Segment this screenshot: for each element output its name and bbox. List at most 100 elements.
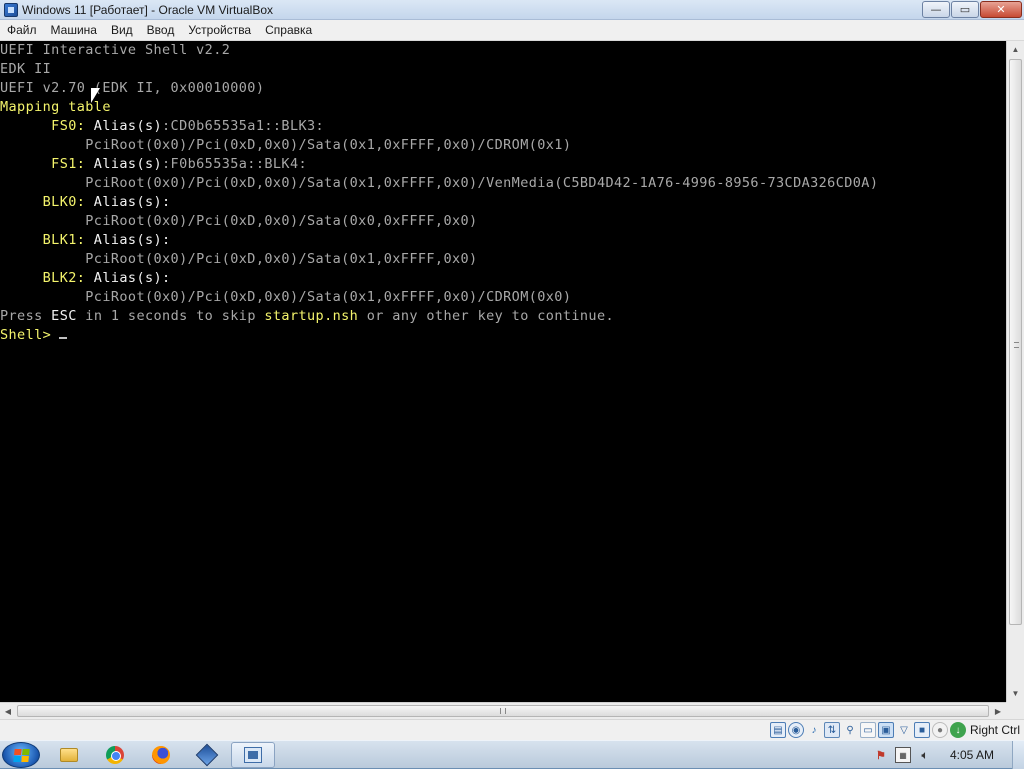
- menu-help[interactable]: Справка: [260, 21, 317, 39]
- network-icon[interactable]: ⇅: [823, 722, 840, 738]
- host-key-label: Right Ctrl: [969, 723, 1020, 737]
- mapping-device-fs1: FS1:: [0, 156, 86, 172]
- console-line: PciRoot(0x0)/Pci(0xD,0x0)/Sata(0x1,0xFFF…: [0, 288, 1006, 307]
- mapping-device-blk0: BLK0:: [0, 194, 86, 210]
- startup-text: Press: [0, 308, 52, 324]
- alias-label: Alias(s): [85, 156, 163, 172]
- startup-text: in 1 seconds to skip: [76, 308, 265, 324]
- taskbar: ⚑ ▦ 🔈︎ 4:05 AM: [0, 740, 1024, 769]
- shell-banner: UEFI Interactive Shell v2.2: [0, 42, 231, 58]
- console-line: PciRoot(0x0)/Pci(0xD,0x0)/Sata(0x0,0xFFF…: [0, 212, 1006, 231]
- mapping-device-blk1: BLK1:: [0, 232, 86, 248]
- windows-explorer-icon: [60, 748, 78, 762]
- vm-status-bar: ▤ ◉ ♪ ⇅ ⚲ ▭ ▣ ▽ ■ ● ↓ Right Ctrl: [0, 719, 1024, 740]
- menu-devices[interactable]: Устройства: [183, 21, 256, 39]
- window-title: Windows 11 [Работает] - Oracle VM Virtua…: [22, 2, 273, 17]
- usb-icon[interactable]: ⚲: [842, 722, 858, 738]
- taskbar-virtualbox[interactable]: [185, 742, 229, 768]
- scroll-up-arrow-icon[interactable]: ▲: [1007, 41, 1024, 58]
- vertical-scroll-thumb[interactable]: [1009, 59, 1022, 625]
- startup-prompt: Press ESC in 1 seconds to skip startup.n…: [0, 307, 1006, 326]
- virtualbox-window-icon[interactable]: [4, 2, 18, 17]
- window-controls: — ▭ ✕: [922, 1, 1022, 18]
- uefi-version: UEFI v2.70 (EDK II, 0x00010000): [0, 80, 265, 96]
- shell-prompt: Shell>: [0, 327, 52, 343]
- grip-icon: [500, 708, 506, 714]
- menu-machine[interactable]: Машина: [46, 21, 102, 39]
- alias-label: Alias(s): [85, 118, 163, 134]
- taskbar-explorer[interactable]: [47, 742, 91, 768]
- console-line: BLK1: Alias(s):: [0, 231, 1006, 250]
- esc-key-label: ESC: [51, 308, 77, 324]
- vm-window-icon: [244, 747, 262, 763]
- alias-value: :F0b65535a::BLK4:: [162, 156, 308, 172]
- action-center-flag-icon[interactable]: ⚑: [873, 747, 889, 763]
- startup-text: or any other key to continue.: [358, 308, 615, 324]
- hard-disk-icon[interactable]: ▤: [769, 722, 786, 738]
- scroll-right-arrow-icon[interactable]: ▶: [990, 703, 1006, 719]
- alias-value: :CD0b65535a1::BLK3:: [162, 118, 325, 134]
- text-cursor: [59, 337, 68, 339]
- maximize-button[interactable]: ▭: [951, 1, 979, 18]
- windows-logo-icon: [12, 748, 30, 762]
- console-line: PciRoot(0x0)/Pci(0xD,0x0)/Sata(0x1,0xFFF…: [0, 174, 1006, 193]
- system-tray: ⚑ ▦ 🔈︎ 4:05 AM: [870, 741, 1024, 769]
- close-button[interactable]: ✕: [980, 1, 1022, 18]
- video-capture-icon[interactable]: ▽: [896, 722, 912, 738]
- scroll-down-arrow-icon[interactable]: ▼: [1007, 685, 1024, 702]
- menu-file[interactable]: Файл: [2, 21, 42, 39]
- alias-label: Alias(s):: [85, 232, 171, 248]
- device-path: PciRoot(0x0)/Pci(0xD,0x0)/Sata(0x1,0xFFF…: [0, 289, 572, 305]
- console-line: FS0: Alias(s):CD0b65535a1::BLK3:: [0, 117, 1006, 136]
- shell-prompt-line[interactable]: Shell>: [0, 326, 1006, 345]
- alias-label: Alias(s):: [85, 194, 171, 210]
- chrome-icon: [106, 746, 124, 764]
- device-path: PciRoot(0x0)/Pci(0xD,0x0)/Sata(0x1,0xFFF…: [0, 137, 572, 153]
- alias-label: Alias(s):: [85, 270, 171, 286]
- console-line: BLK0: Alias(s):: [0, 193, 1006, 212]
- menu-input[interactable]: Ввод: [142, 21, 180, 39]
- audio-icon[interactable]: ♪: [806, 722, 822, 738]
- vm-display[interactable]: UEFI Interactive Shell v2.2 EDK II UEFI …: [0, 41, 1006, 702]
- console-line: EDK II: [0, 60, 1006, 79]
- grip-icon: [1014, 342, 1019, 348]
- optical-drive-icon[interactable]: ◉: [787, 722, 804, 738]
- mapping-device-fs0: FS0:: [0, 118, 86, 134]
- menu-bar: Файл Машина Вид Ввод Устройства Справка: [0, 20, 1024, 41]
- console-line: PciRoot(0x0)/Pci(0xD,0x0)/Sata(0x1,0xFFF…: [0, 136, 1006, 155]
- edk-version: EDK II: [0, 61, 52, 77]
- recording-icon[interactable]: ■: [913, 722, 930, 738]
- console-line: Mapping table: [0, 98, 1006, 117]
- scroll-left-arrow-icon[interactable]: ◀: [0, 703, 16, 719]
- window-title-bar[interactable]: Windows 11 [Работает] - Oracle VM Virtua…: [0, 0, 1024, 20]
- taskbar-vm-window[interactable]: [231, 742, 275, 768]
- clock[interactable]: 4:05 AM: [950, 748, 994, 762]
- horizontal-scroll-thumb[interactable]: [17, 705, 989, 717]
- virtualbox-icon: [195, 743, 219, 767]
- mouse-pointer-icon: [91, 88, 100, 103]
- console-line: UEFI Interactive Shell v2.2: [0, 41, 1006, 60]
- console-line: BLK2: Alias(s):: [0, 269, 1006, 288]
- keyboard-capture-icon[interactable]: ↓: [949, 722, 966, 738]
- startup-script-name: startup.nsh: [264, 308, 359, 324]
- menu-view[interactable]: Вид: [106, 21, 138, 39]
- taskbar-firefox[interactable]: [139, 742, 183, 768]
- console-line: UEFI v2.70 (EDK II, 0x00010000): [0, 79, 1006, 98]
- status-icons: ▤ ◉ ♪ ⇅ ⚲ ▭ ▣ ▽ ■ ● ↓ Right Ctrl: [769, 722, 1020, 738]
- minimize-button[interactable]: —: [922, 1, 950, 18]
- device-path: PciRoot(0x0)/Pci(0xD,0x0)/Sata(0x1,0xFFF…: [0, 251, 478, 267]
- console-line: PciRoot(0x0)/Pci(0xD,0x0)/Sata(0x1,0xFFF…: [0, 250, 1006, 269]
- show-desktop-button[interactable]: [1012, 741, 1024, 769]
- start-button[interactable]: [2, 742, 40, 768]
- vertical-scrollbar[interactable]: ▲ ▼: [1006, 41, 1024, 702]
- horizontal-scrollbar[interactable]: ◀ ▶: [0, 702, 1006, 719]
- device-path: PciRoot(0x0)/Pci(0xD,0x0)/Sata(0x0,0xFFF…: [0, 213, 478, 229]
- network-tray-icon[interactable]: ▦: [894, 747, 911, 763]
- taskbar-chrome[interactable]: [93, 742, 137, 768]
- scrollbar-corner: [1006, 702, 1024, 719]
- display-icon[interactable]: ▣: [877, 722, 894, 738]
- shared-folders-icon[interactable]: ▭: [859, 722, 876, 738]
- volume-icon[interactable]: 🔈︎: [917, 747, 933, 763]
- mouse-integration-icon[interactable]: ●: [931, 722, 948, 738]
- console-line: FS1: Alias(s):F0b65535a::BLK4:: [0, 155, 1006, 174]
